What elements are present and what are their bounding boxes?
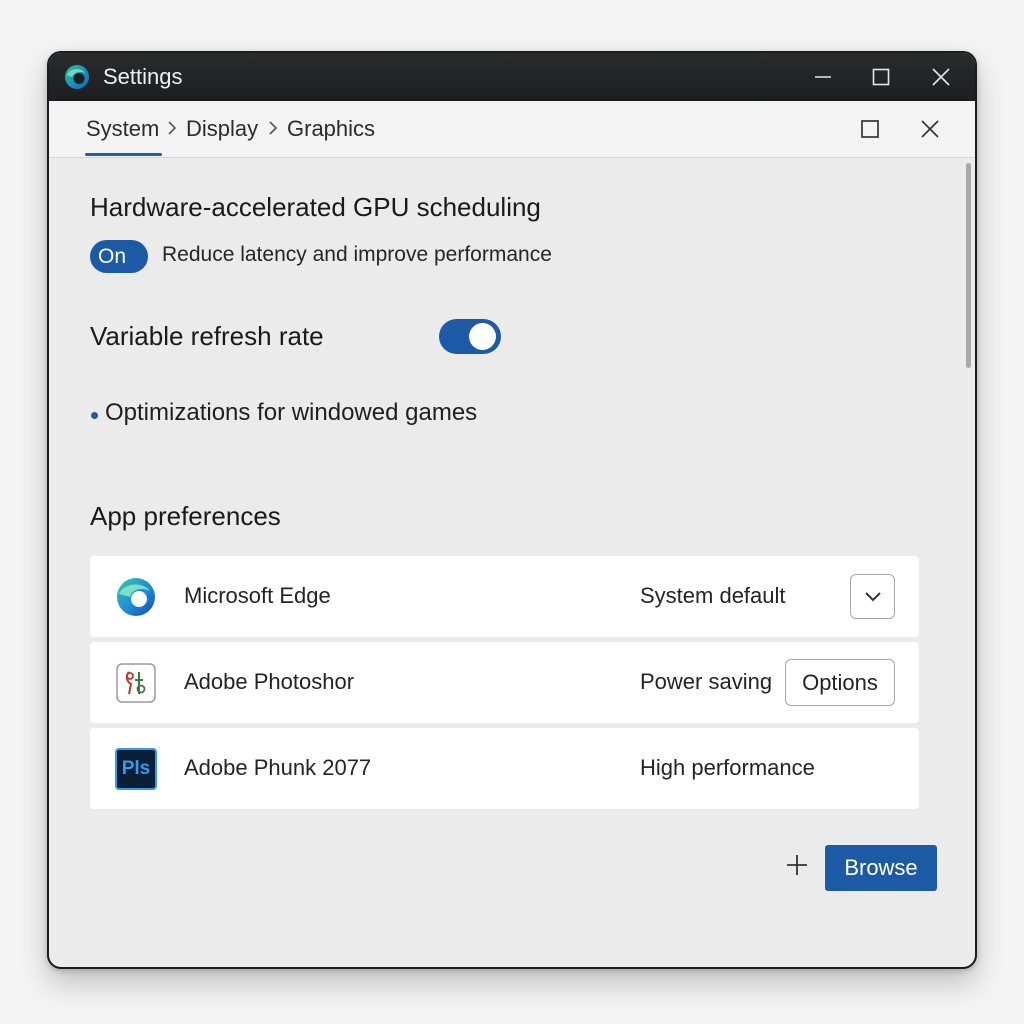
scrollbar[interactable]	[966, 163, 971, 368]
variable-refresh-toggle[interactable]	[439, 319, 501, 354]
app-preference: High performance	[640, 755, 815, 780]
bullet-dot	[91, 412, 98, 419]
chevron-right-icon	[269, 121, 278, 135]
close-icon	[921, 120, 939, 138]
edge-icon	[117, 578, 155, 616]
gpu-scheduling-state: On	[98, 244, 127, 268]
app-row-edge[interactable]: Microsoft Edge System default	[90, 556, 919, 637]
app-preference: System default	[640, 583, 786, 608]
breadcrumb: System Display Graphics	[49, 101, 975, 158]
app-row-photoshor[interactable]: Adobe Photoshor Power saving Options	[90, 642, 919, 723]
breadcrumb-graphics: Graphics	[287, 116, 376, 141]
breadcrumb-display[interactable]: Display	[186, 116, 258, 142]
app-row-phunk[interactable]: Pls Adobe Phunk 2077 High performance	[90, 728, 919, 809]
close-icon	[932, 68, 950, 86]
gpu-scheduling-toggle[interactable]: On	[90, 240, 148, 273]
browse-button[interactable]: Browse	[825, 845, 937, 891]
add-app-button[interactable]	[782, 850, 812, 880]
minimize-icon	[815, 76, 831, 78]
tab-close-button[interactable]	[910, 113, 950, 145]
app-preferences-heading: App preferences	[90, 501, 281, 531]
variable-refresh-heading: Variable refresh rate	[90, 321, 324, 351]
app-name: Microsoft Edge	[184, 583, 331, 608]
options-button[interactable]: Options	[785, 659, 895, 706]
minimize-button[interactable]	[801, 61, 845, 93]
photoshop-icon: Pls	[115, 748, 157, 790]
chevron-down-icon	[864, 591, 881, 601]
app-name: Adobe Photoshor	[184, 669, 355, 694]
maximize-icon	[872, 68, 890, 86]
maximize-button[interactable]	[859, 61, 903, 93]
maximize-icon	[861, 120, 879, 138]
gpu-scheduling-description: Reduce latency and improve performance	[162, 243, 552, 266]
chevron-right-icon	[168, 121, 177, 135]
app-placeholder-icon	[116, 663, 156, 703]
toggle-knob	[469, 323, 496, 350]
breadcrumb-system[interactable]: System	[86, 116, 159, 142]
edge-icon	[65, 65, 89, 89]
settings-window: Settings System Display Graphics Hardwar…	[47, 51, 977, 969]
windowed-games-link[interactable]: Optimizations for windowed games	[105, 399, 477, 427]
tab-maximize-button[interactable]	[850, 113, 890, 145]
plus-icon	[787, 855, 807, 875]
photoshop-icon-text: Pls	[121, 758, 151, 779]
preference-dropdown[interactable]	[850, 574, 895, 619]
app-preference: Power saving	[640, 669, 773, 694]
close-button[interactable]	[919, 61, 963, 93]
app-name: Adobe Phunk 2077	[184, 755, 372, 780]
window-title: Settings	[103, 64, 183, 89]
gpu-scheduling-heading: Hardware-accelerated GPU scheduling	[90, 192, 541, 222]
active-tab-indicator	[85, 153, 162, 156]
title-bar[interactable]: Settings	[49, 53, 975, 101]
